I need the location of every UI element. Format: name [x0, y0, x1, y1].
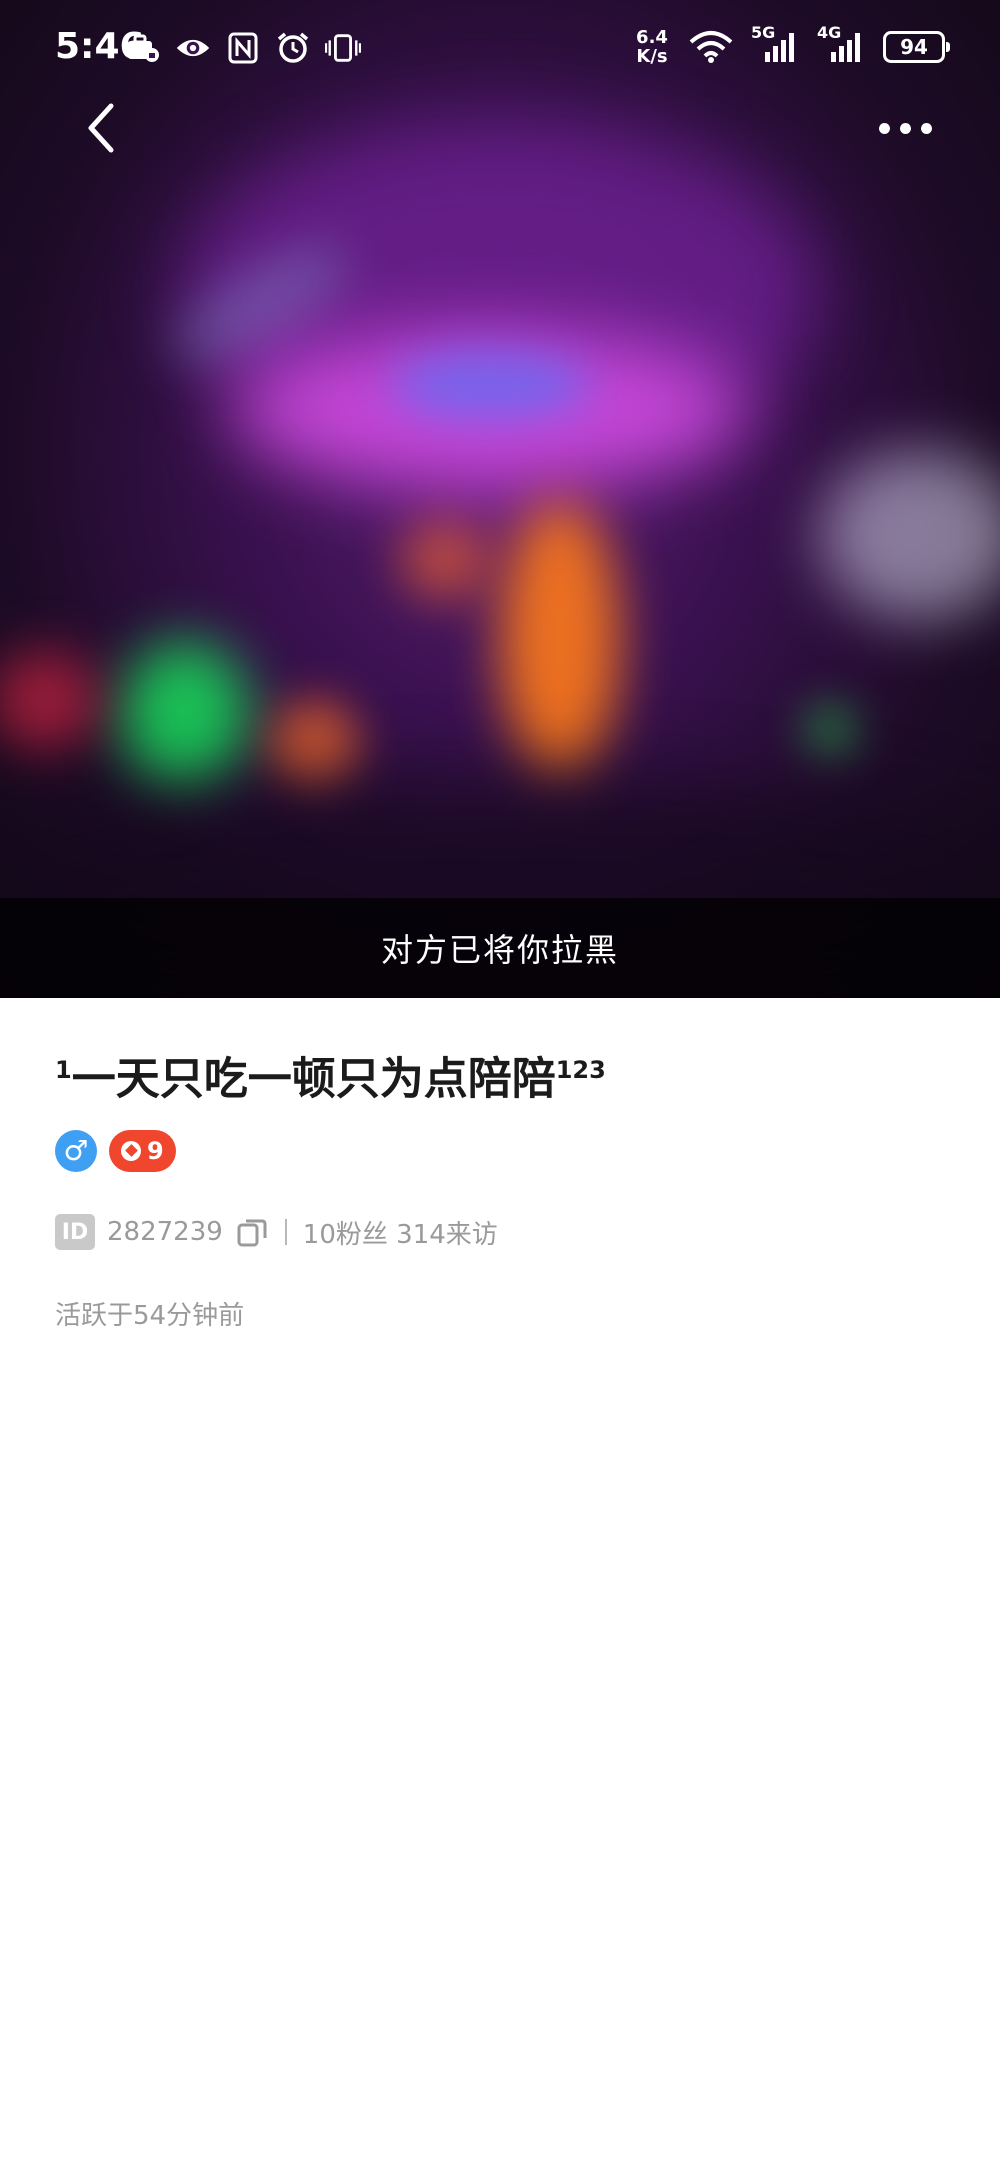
fans-visits-stats: 10粉丝 314来访 — [302, 1219, 498, 1250]
signal-4g-icon: 4G — [817, 23, 865, 65]
network-speed: 6.4 K/s — [633, 28, 671, 66]
chevron-left-icon — [88, 103, 114, 153]
copy-id-icon[interactable] — [235, 1215, 269, 1249]
status-bar: 5:46 6.4 K/s 5G 4G 94 — [0, 0, 1000, 100]
more-options-button[interactable] — [870, 110, 940, 146]
profile-cover-image: 对方已将你拉黑 — [0, 0, 1000, 998]
male-icon: ♂ — [63, 1134, 89, 1168]
status-icons-right: 6.4 K/s 5G 4G 94 — [633, 23, 950, 66]
id-row: ID 2827239 10粉丝 314来访 — [55, 1214, 945, 1251]
back-button[interactable] — [75, 100, 127, 156]
signal-5g-label: 5G — [751, 23, 776, 42]
active-status: 活跃于54分钟前 — [55, 1300, 245, 1331]
profile-nickname: 1一天只吃一顿只为点陪陪123 — [55, 1040, 945, 1110]
id-tag: ID — [55, 1214, 95, 1251]
signal-4g-label: 4G — [817, 23, 842, 42]
gender-male-badge: ♂ — [55, 1129, 97, 1172]
signal-5g-icon: 5G — [751, 23, 799, 65]
level-badge: 9 — [109, 1129, 176, 1172]
nickname-suffix: 123 — [555, 1056, 606, 1084]
alarm-icon — [275, 30, 311, 66]
profile-info: 1一天只吃一顿只为点陪陪123 ♂ 9 ID 2827239 10粉丝 314来… — [55, 1040, 945, 1332]
battery-icon: 94 — [883, 31, 950, 63]
user-id: 2827239 — [107, 1217, 223, 1248]
vibrate-icon — [325, 30, 361, 66]
blocked-notice: 对方已将你拉黑 — [380, 931, 619, 969]
diamond-icon — [121, 1140, 141, 1161]
level-badge-text: 9 — [147, 1136, 164, 1165]
network-speed-value: 6.4 K/s — [636, 27, 668, 67]
briefcase-lock-icon — [125, 30, 161, 66]
profile-badges: ♂ 9 — [55, 1129, 945, 1172]
status-icons-left — [125, 30, 361, 66]
more-dot — [899, 122, 911, 134]
wifi-icon — [689, 29, 733, 65]
blocked-banner: 对方已将你拉黑 — [0, 898, 1000, 998]
nickname-prefix: 1 — [55, 1056, 72, 1084]
eye-icon — [175, 30, 211, 66]
more-dot — [920, 122, 932, 134]
battery-level: 94 — [900, 35, 928, 59]
nfc-icon — [225, 30, 261, 66]
divider — [284, 1219, 287, 1246]
profile-page: 对方已将你拉黑 5:46 6.4 K/s 5G 4G 94 1一天只吃一顿只为点… — [0, 0, 1000, 2167]
more-dots-icon — [878, 122, 890, 134]
nickname-main: 一天只吃一顿只为点陪陪 — [71, 1053, 556, 1105]
